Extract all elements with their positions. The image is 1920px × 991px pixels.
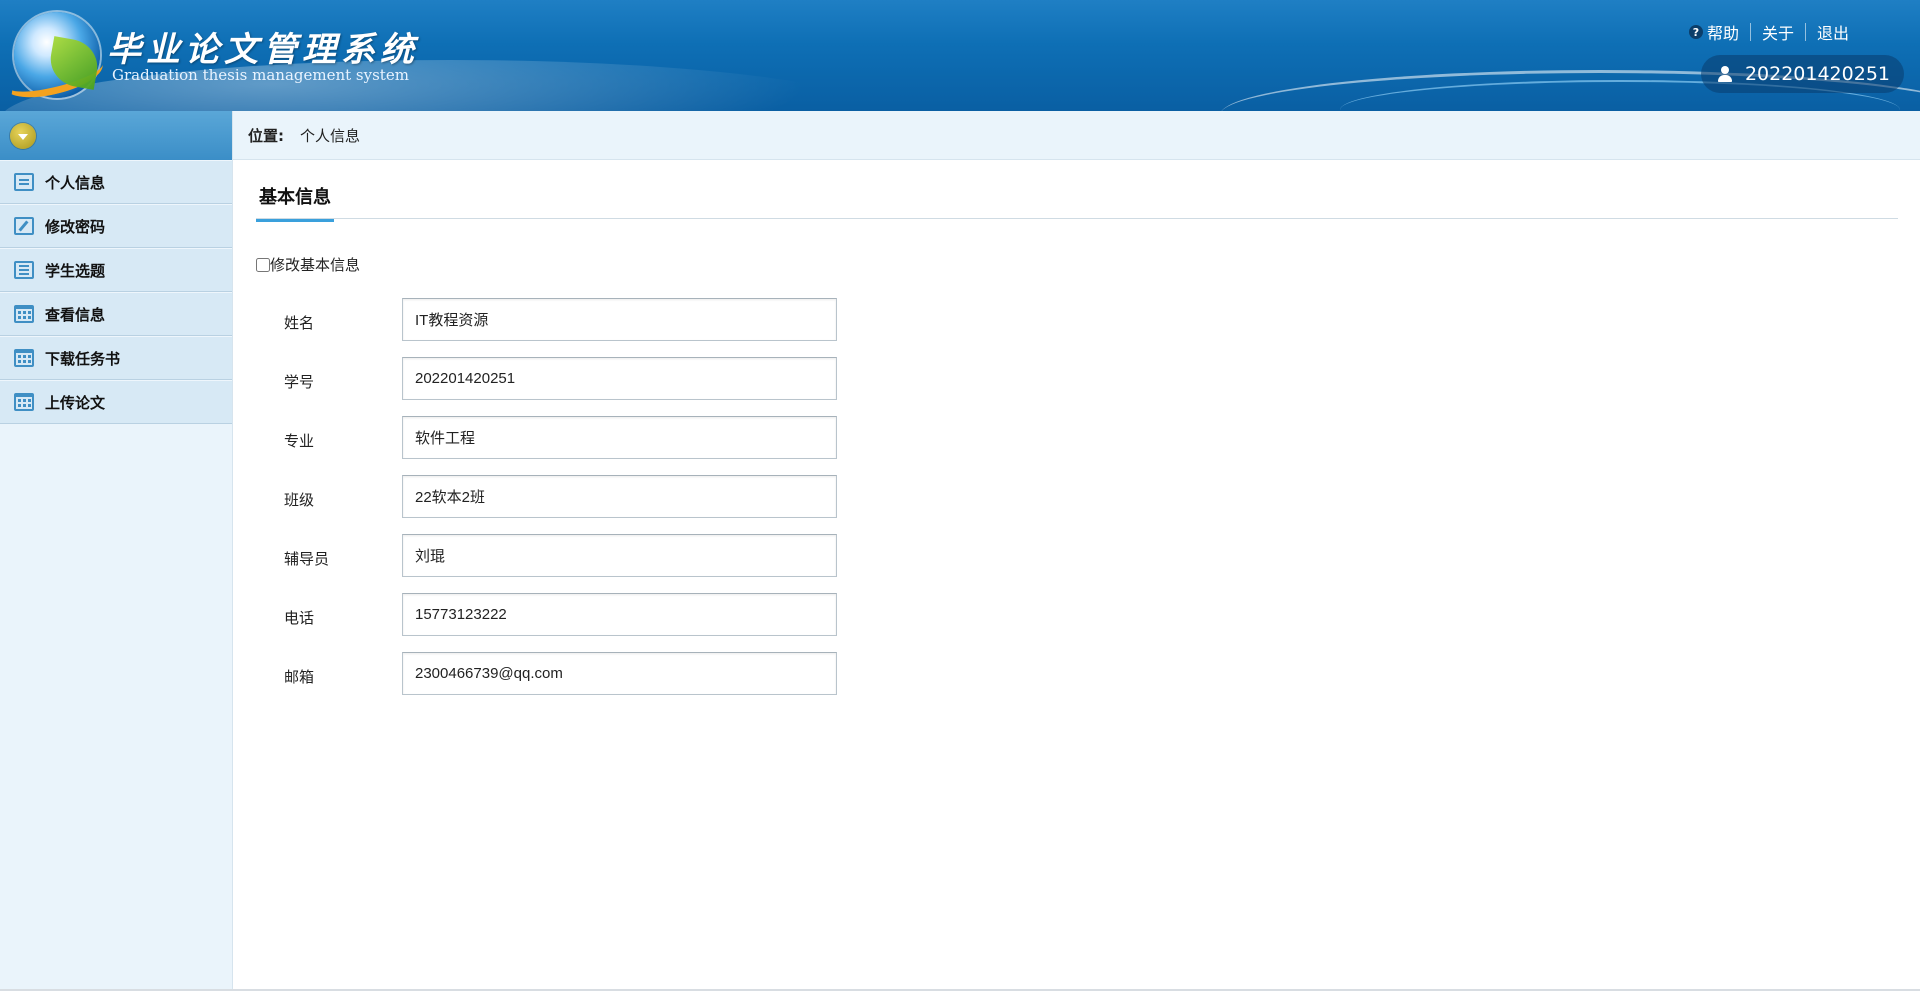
phone-field[interactable] bbox=[402, 593, 837, 636]
basic-info-form: 姓名 学号 专业 班级 辅导员 电话 邮箱 bbox=[284, 298, 837, 711]
sidebar-item-personal-info[interactable]: 个人信息 bbox=[0, 160, 232, 204]
breadcrumb-label: 位置: bbox=[248, 126, 284, 145]
app-header: 毕业论文管理系统 Graduation thesis management sy… bbox=[0, 0, 1920, 111]
field-label: 班级 bbox=[284, 491, 315, 509]
field-label: 学号 bbox=[284, 373, 315, 391]
sidebar: 个人信息 修改密码 学生选题 查看信息 下载任务书 上传论文 bbox=[0, 111, 233, 991]
edit-basic-info-label: 修改基本信息 bbox=[270, 256, 361, 274]
about-link[interactable]: 关于 bbox=[1751, 20, 1805, 44]
form-row-counselor: 辅导员 bbox=[284, 534, 837, 577]
form-row-student-id: 学号 bbox=[284, 357, 837, 400]
sidebar-item-label: 个人信息 bbox=[45, 173, 106, 192]
email-field[interactable] bbox=[402, 652, 837, 695]
help-label: 帮助 bbox=[1706, 24, 1739, 43]
sidebar-item-label: 上传论文 bbox=[45, 393, 106, 412]
major-field[interactable] bbox=[402, 416, 837, 459]
calendar-icon bbox=[14, 305, 34, 323]
breadcrumb-current: 个人信息 bbox=[300, 126, 361, 145]
message-icon bbox=[14, 173, 34, 191]
section-title: 基本信息 bbox=[256, 183, 334, 222]
form-row-phone: 电话 bbox=[284, 593, 837, 636]
form-row-class: 班级 bbox=[284, 475, 837, 518]
user-icon bbox=[1717, 66, 1733, 82]
section-divider bbox=[256, 218, 1898, 219]
calendar-icon bbox=[14, 349, 34, 367]
edit-basic-info-checkbox[interactable] bbox=[256, 257, 270, 272]
sidebar-item-label: 下载任务书 bbox=[45, 349, 121, 368]
form-row-email: 邮箱 bbox=[284, 652, 837, 695]
top-links: ? 帮助 关于 退出 bbox=[1678, 20, 1860, 44]
name-field[interactable] bbox=[402, 298, 837, 341]
sidebar-item-topic-selection[interactable]: 学生选题 bbox=[0, 248, 232, 292]
app-subtitle: Graduation thesis management system bbox=[112, 66, 409, 84]
form-row-name: 姓名 bbox=[284, 298, 837, 341]
edit-icon bbox=[14, 217, 34, 235]
field-label: 电话 bbox=[284, 609, 315, 627]
sidebar-item-download-task[interactable]: 下载任务书 bbox=[0, 336, 232, 380]
form-row-major: 专业 bbox=[284, 416, 837, 459]
sidebar-item-view-info[interactable]: 查看信息 bbox=[0, 292, 232, 336]
logout-link[interactable]: 退出 bbox=[1806, 20, 1860, 44]
field-label: 姓名 bbox=[284, 314, 315, 332]
sidebar-item-label: 学生选题 bbox=[45, 261, 106, 280]
list-icon bbox=[14, 261, 34, 279]
breadcrumb: 位置: 个人信息 bbox=[233, 111, 1920, 160]
field-label: 专业 bbox=[284, 432, 315, 450]
help-icon: ? bbox=[1688, 25, 1703, 39]
collapse-toggle-icon[interactable] bbox=[10, 122, 36, 149]
field-label: 辅导员 bbox=[284, 550, 330, 568]
calendar-icon bbox=[14, 393, 34, 411]
user-badge[interactable]: 202201420251 bbox=[1700, 55, 1904, 93]
counselor-field[interactable] bbox=[402, 534, 837, 577]
sidebar-item-label: 修改密码 bbox=[45, 217, 106, 236]
sidebar-header bbox=[0, 111, 232, 160]
field-label: 邮箱 bbox=[284, 668, 315, 686]
sidebar-item-upload-thesis[interactable]: 上传论文 bbox=[0, 380, 232, 424]
app-title: 毕业论文管理系统 bbox=[107, 30, 419, 70]
edit-basic-info-toggle[interactable]: 修改基本信息 bbox=[256, 254, 360, 275]
sidebar-item-change-password[interactable]: 修改密码 bbox=[0, 204, 232, 248]
sidebar-item-label: 查看信息 bbox=[45, 305, 106, 324]
username: 202201420251 bbox=[1744, 63, 1890, 85]
student-id-field[interactable] bbox=[402, 357, 837, 400]
help-link[interactable]: ? 帮助 bbox=[1678, 20, 1750, 44]
class-field[interactable] bbox=[402, 475, 837, 518]
